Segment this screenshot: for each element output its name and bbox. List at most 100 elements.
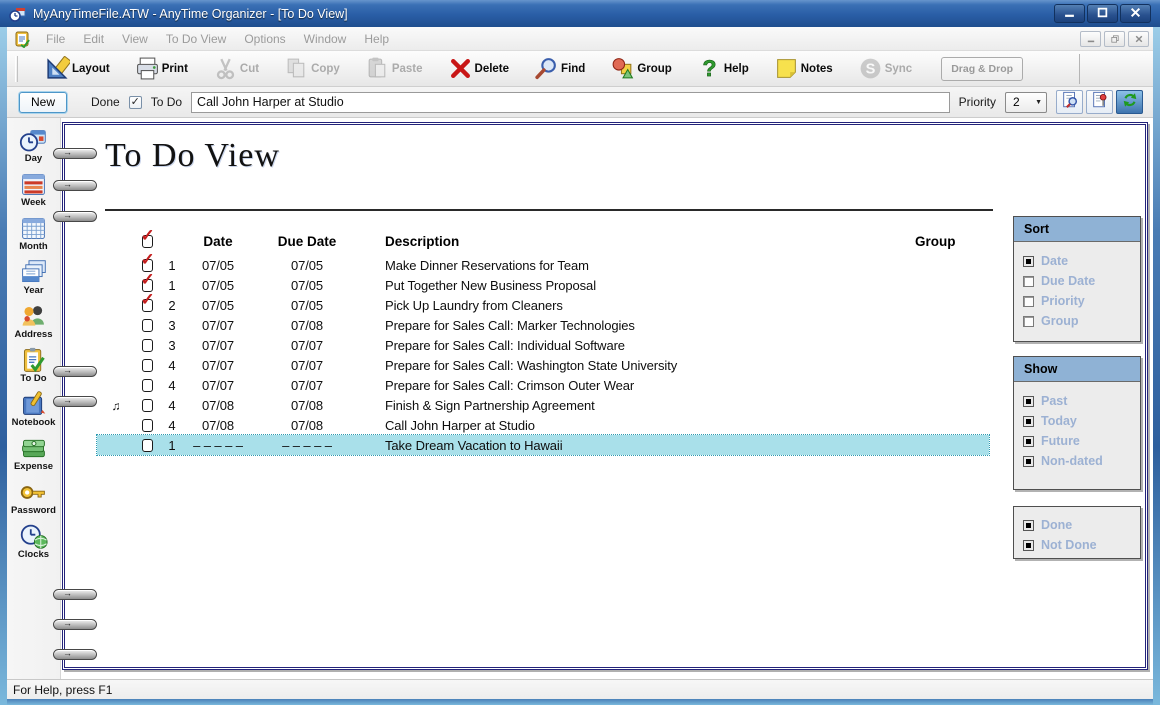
done-checkbox[interactable] [142,439,153,452]
done-checkbox[interactable] [142,399,153,412]
sidebar-item[interactable]: Clocks [7,522,60,566]
sort-checkbox[interactable] [1023,296,1034,307]
client-area: Day Week Month Year Address To Do Notebo… [7,118,1153,680]
done-filter-checkbox[interactable] [1023,540,1034,551]
window-controls [1054,4,1160,23]
done-checkbox[interactable] [142,359,153,372]
done-filter-option[interactable]: Done [1023,515,1131,535]
description-cell: Take Dream Vacation to Hawaii [363,438,899,453]
sidebar-item[interactable]: Day [7,126,60,170]
mdi-window-controls [1080,31,1149,47]
cut-icon [213,56,238,81]
todo-row[interactable]: ♫ 4 07/07 07/07 Prepare for Sales Call: … [97,375,989,395]
show-checkbox[interactable] [1023,436,1034,447]
todo-entry-input[interactable] [191,92,950,113]
sort-checkbox[interactable] [1023,316,1034,327]
done-filter-option[interactable]: Not Done [1023,535,1131,555]
toolbar-button[interactable]: Layout [45,56,110,81]
priority-cell: 4 [159,358,185,373]
done-checkbox[interactable] [142,419,153,432]
expense-icon [19,434,48,463]
menu-item[interactable]: File [37,32,74,46]
todo-row[interactable]: ♫ 3 07/07 07/07 Prepare for Sales Call: … [97,335,989,355]
app-icon [9,5,27,23]
menu-item[interactable]: Options [235,32,294,46]
done-filter-checkbox[interactable] [1023,520,1034,531]
sidebar-item[interactable]: To Do [7,346,60,390]
show-option[interactable]: Past [1023,391,1131,411]
menu-bar: FileEditViewTo Do ViewOptionsWindowHelp [7,27,1153,51]
sidebar-item[interactable]: Week [7,170,60,214]
toolbar-button[interactable]: Cut [213,56,259,81]
date-cell: 07/08 [185,398,251,413]
date-cell: 07/05 [185,258,251,273]
show-option[interactable]: Future [1023,431,1131,451]
refresh-icon [1121,91,1139,114]
main-toolbar: Layout Print Cut Copy Paste Delete Find [7,51,1153,87]
sort-checkbox[interactable] [1023,256,1034,267]
todo-checkbox[interactable]: ✓ [129,96,142,109]
todo-row[interactable]: ♫ 4 07/08 07/08 Finish & Sign Partnershi… [97,395,989,415]
date-cell: 07/08 [185,418,251,433]
binder-ring [53,589,97,600]
toolbar-button[interactable]: Find [534,56,585,81]
show-checkbox[interactable] [1023,456,1034,467]
done-checkbox[interactable] [142,319,153,332]
sort-option[interactable]: Priority [1023,291,1131,311]
sidebar-item[interactable]: Notebook [7,390,60,434]
sidebar-item[interactable]: Password [7,478,60,522]
toolbar-button[interactable]: Notes [774,56,833,81]
toolbar-grip[interactable] [15,56,18,82]
sort-panel-header: Sort [1014,217,1140,242]
show-option[interactable]: Today [1023,411,1131,431]
show-option[interactable]: Non-dated [1023,451,1131,471]
drag-drop-button[interactable]: Drag & Drop [941,57,1023,81]
sort-option[interactable]: Due Date [1023,271,1131,291]
notes-icon [774,56,799,81]
toolbar-button[interactable]: S Sync [858,56,913,81]
todo-row[interactable]: ♫ 1 07/05 07/05 Make Dinner Reservations… [97,255,989,275]
description-cell: Prepare for Sales Call: Crimson Outer We… [363,378,899,393]
toolbar-button[interactable]: ? Help [697,56,749,81]
todo-row[interactable]: ♫ 4 07/07 07/07 Prepare for Sales Call: … [97,355,989,375]
description-cell: Prepare for Sales Call: Washington State… [363,358,899,373]
status-text: For Help, press F1 [13,683,112,697]
show-checkbox[interactable] [1023,396,1034,407]
priority-dropdown[interactable]: 2 ▼ [1005,92,1047,113]
sort-option[interactable]: Date [1023,251,1131,271]
toolbar-button[interactable]: Paste [365,56,423,81]
binder-ring [53,366,97,377]
show-panel: Show Past Today Future Non-dated [1013,356,1141,490]
show-checkbox[interactable] [1023,416,1034,427]
new-button[interactable]: New [19,92,67,113]
toolbar-button[interactable]: Group [610,56,672,81]
sort-checkbox[interactable] [1023,276,1034,287]
sidebar-item[interactable]: Year [7,258,60,302]
todo-row[interactable]: ♫ 4 07/08 07/08 Call John Harper at Stud… [97,415,989,435]
due-date-cell: 07/07 [251,358,363,373]
chevron-down-icon: ▼ [1035,99,1046,106]
menu-item[interactable]: Help [355,32,398,46]
clocks-icon [19,522,48,551]
done-checkbox[interactable] [142,379,153,392]
header-group: Group [899,234,989,249]
title-bar: MyAnyTimeFile.ATW - AnyTime Organizer - … [0,0,1160,27]
toolbar-button[interactable]: Print [135,56,188,81]
priority-cell: 1 [159,258,185,273]
sidebar-item[interactable]: Month [7,214,60,258]
done-checkbox[interactable] [142,299,153,312]
todo-row[interactable]: ♫ 2 07/05 07/05 Pick Up Laundry from Cle… [97,295,989,315]
sort-option[interactable]: Group [1023,311,1131,331]
todo-row[interactable]: ♫ 3 07/07 07/08 Prepare for Sales Call: … [97,315,989,335]
menu-item[interactable]: To Do View [157,32,235,46]
toolbar-button[interactable]: Copy [284,56,340,81]
todo-row[interactable]: ♫ 1 07/05 07/05 Put Together New Busines… [97,275,989,295]
sidebar-item[interactable]: Expense [7,434,60,478]
menu-item[interactable]: Window [295,32,356,46]
sidebar-item[interactable]: Address [7,302,60,346]
todo-row[interactable]: ♫ 1 – – – – – – – – – – Take Dream Vacat… [97,435,989,455]
toolbar-button[interactable]: Delete [448,56,510,81]
menu-item[interactable]: Edit [74,32,113,46]
menu-item[interactable]: View [113,32,157,46]
done-checkbox[interactable] [142,339,153,352]
